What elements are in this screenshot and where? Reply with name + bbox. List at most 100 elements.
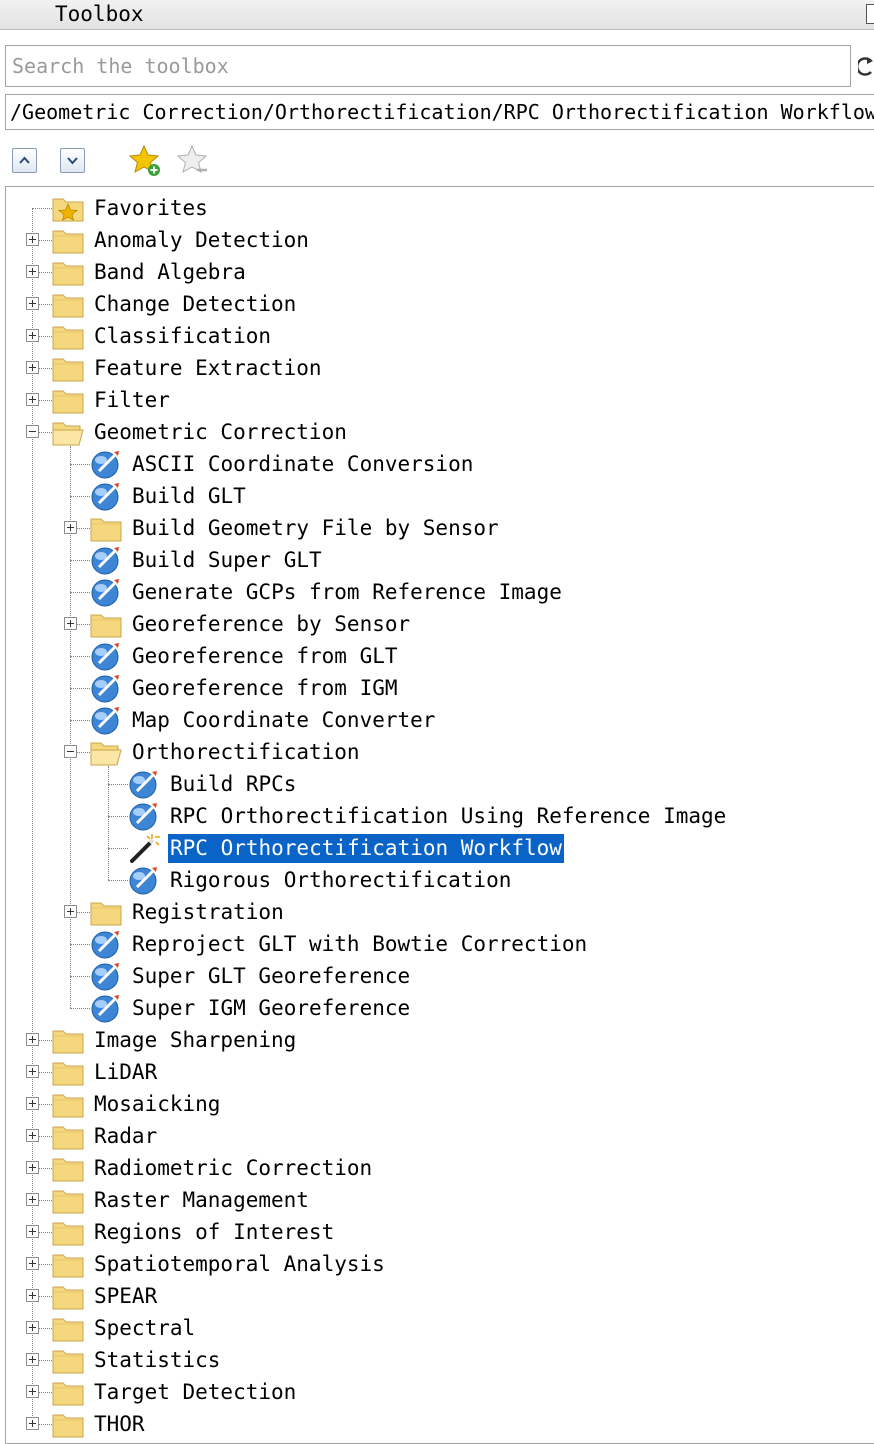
folder-icon	[52, 1121, 84, 1151]
tree-node-regions-of-interest[interactable]: Regions of Interest	[6, 1216, 874, 1248]
expand-plus-icon[interactable]	[26, 1097, 39, 1110]
expand-plus-icon[interactable]	[26, 1353, 39, 1366]
tree-node-radar[interactable]: Radar	[6, 1120, 874, 1152]
tree-node-label: Geometric Correction	[94, 420, 347, 444]
expand-plus-icon[interactable]	[26, 361, 39, 374]
expand-plus-icon[interactable]	[26, 297, 39, 310]
add-favorite-star-icon	[128, 144, 160, 176]
tree-node-generate-gcps-from-reference-image[interactable]: Generate GCPs from Reference Image	[6, 576, 874, 608]
expand-plus-icon[interactable]	[26, 329, 39, 342]
expand-plus-icon[interactable]	[26, 1257, 39, 1270]
tree-node-anomaly-detection[interactable]: Anomaly Detection	[6, 224, 874, 256]
tree-node-rigorous-orthorectification[interactable]: Rigorous Orthorectification	[6, 864, 874, 896]
expand-plus-icon[interactable]	[64, 521, 77, 534]
tree-node-spear[interactable]: SPEAR	[6, 1280, 874, 1312]
tree-node-map-coordinate-converter[interactable]: Map Coordinate Converter	[6, 704, 874, 736]
maximize-button[interactable]	[866, 4, 874, 24]
tree-node-raster-management[interactable]: Raster Management	[6, 1184, 874, 1216]
expand-plus-icon[interactable]	[26, 1385, 39, 1398]
tree-node-rpc-orthorectification-using-reference-image[interactable]: RPC Orthorectification Using Reference I…	[6, 800, 874, 832]
tree-node-ascii-coordinate-conversion[interactable]: ASCII Coordinate Conversion	[6, 448, 874, 480]
expand-plus-icon[interactable]	[26, 1225, 39, 1238]
tree-node-label: Reproject GLT with Bowtie Correction	[132, 932, 588, 956]
tree-connector-line	[108, 816, 128, 817]
tool-globe-icon	[128, 769, 160, 799]
tree-connector-line	[70, 560, 90, 561]
tree-node-label: Build GLT	[132, 484, 246, 508]
expand-plus-icon[interactable]	[64, 905, 77, 918]
tree-node-rpc-orthorectification-workflow[interactable]: RPC Orthorectification Workflow	[6, 832, 874, 864]
tree-node-build-geometry-file-by-sensor[interactable]: Build Geometry File by Sensor	[6, 512, 874, 544]
tool-globe-icon	[128, 865, 160, 895]
expand-plus-icon[interactable]	[26, 1289, 39, 1302]
expand-plus-icon[interactable]	[26, 233, 39, 246]
expand-plus-icon[interactable]	[26, 1033, 39, 1046]
tree-node-label: Generate GCPs from Reference Image	[132, 580, 562, 604]
folder-icon	[52, 1345, 84, 1375]
tree-node-label: Georeference by Sensor	[132, 612, 411, 636]
folder-icon	[52, 257, 84, 287]
tree-node-change-detection[interactable]: Change Detection	[6, 288, 874, 320]
refresh-icon[interactable]	[858, 52, 874, 80]
expand-plus-icon[interactable]	[26, 265, 39, 278]
tree-node-label: RPC Orthorectification Workflow	[168, 834, 564, 863]
tree-node-feature-extraction[interactable]: Feature Extraction	[6, 352, 874, 384]
tree-node-build-rpcs[interactable]: Build RPCs	[6, 768, 874, 800]
tree-node-label: Georeference from IGM	[132, 676, 398, 700]
expand-plus-icon[interactable]	[26, 393, 39, 406]
expand-plus-icon[interactable]	[26, 1417, 39, 1430]
collapse-minus-icon[interactable]	[26, 425, 39, 438]
tree-node-geometric-correction[interactable]: Geometric Correction	[6, 416, 874, 448]
tree-node-filter[interactable]: Filter	[6, 384, 874, 416]
tree-node-statistics[interactable]: Statistics	[6, 1344, 874, 1376]
tree-node-mosaicking[interactable]: Mosaicking	[6, 1088, 874, 1120]
tree-node-super-glt-georeference[interactable]: Super GLT Georeference	[6, 960, 874, 992]
tree-node-target-detection[interactable]: Target Detection	[6, 1376, 874, 1408]
tree-node-label: Radar	[94, 1124, 158, 1148]
expand-plus-icon[interactable]	[26, 1129, 39, 1142]
collapse-minus-icon[interactable]	[64, 745, 77, 758]
tree-node-spatiotemporal-analysis[interactable]: Spatiotemporal Analysis	[6, 1248, 874, 1280]
tree-node-label: Feature Extraction	[94, 356, 322, 380]
tree-connector-line	[108, 848, 128, 849]
expand-plus-icon[interactable]	[64, 617, 77, 630]
search-input[interactable]	[5, 45, 851, 87]
tree-node-lidar[interactable]: LiDAR	[6, 1056, 874, 1088]
tree-connector-line	[70, 944, 90, 945]
toolbox-tree: Favorites Anomaly Detection Band Algebra Ch…	[5, 186, 874, 1444]
add-favorite-button[interactable]	[128, 143, 164, 179]
expand-plus-icon[interactable]	[26, 1065, 39, 1078]
tree-node-super-igm-georeference[interactable]: Super IGM Georeference	[6, 992, 874, 1024]
tree-node-build-super-glt[interactable]: Build Super GLT	[6, 544, 874, 576]
tree-connector-line	[70, 592, 90, 593]
tree-node-thor[interactable]: THOR	[6, 1408, 874, 1440]
folder-icon	[52, 1249, 84, 1279]
remove-favorite-button[interactable]	[176, 143, 212, 179]
tree-node-reproject-glt-with-bowtie-correction[interactable]: Reproject GLT with Bowtie Correction	[6, 928, 874, 960]
tree-node-radiometric-correction[interactable]: Radiometric Correction	[6, 1152, 874, 1184]
tree-node-label: Georeference from GLT	[132, 644, 398, 668]
tree-node-image-sharpening[interactable]: Image Sharpening	[6, 1024, 874, 1056]
expand-plus-icon[interactable]	[26, 1193, 39, 1206]
tree-node-band-algebra[interactable]: Band Algebra	[6, 256, 874, 288]
collapse-up-button[interactable]	[12, 148, 37, 173]
folder-icon	[52, 1377, 84, 1407]
tree-node-georeference-from-igm[interactable]: Georeference from IGM	[6, 672, 874, 704]
tree-node-label: Build RPCs	[170, 772, 297, 796]
tree-node-orthorectification[interactable]: Orthorectification	[6, 736, 874, 768]
expand-down-button[interactable]	[60, 148, 85, 173]
expand-plus-icon[interactable]	[26, 1321, 39, 1334]
expand-plus-icon[interactable]	[26, 1161, 39, 1174]
tree-node-georeference-by-sensor[interactable]: Georeference by Sensor	[6, 608, 874, 640]
tree-node-build-glt[interactable]: Build GLT	[6, 480, 874, 512]
tree-node-classification[interactable]: Classification	[6, 320, 874, 352]
tree-node-label: Raster Management	[94, 1188, 309, 1212]
tree-node-registration[interactable]: Registration	[6, 896, 874, 928]
tool-globe-icon	[128, 801, 160, 831]
tree-node-georeference-from-glt[interactable]: Georeference from GLT	[6, 640, 874, 672]
tool-globe-icon	[90, 641, 122, 671]
tree-node-favorites[interactable]: Favorites	[6, 192, 874, 224]
tree-node-spectral[interactable]: Spectral	[6, 1312, 874, 1344]
tree-connector-line	[70, 688, 90, 689]
tree-node-label: Map Coordinate Converter	[132, 708, 436, 732]
